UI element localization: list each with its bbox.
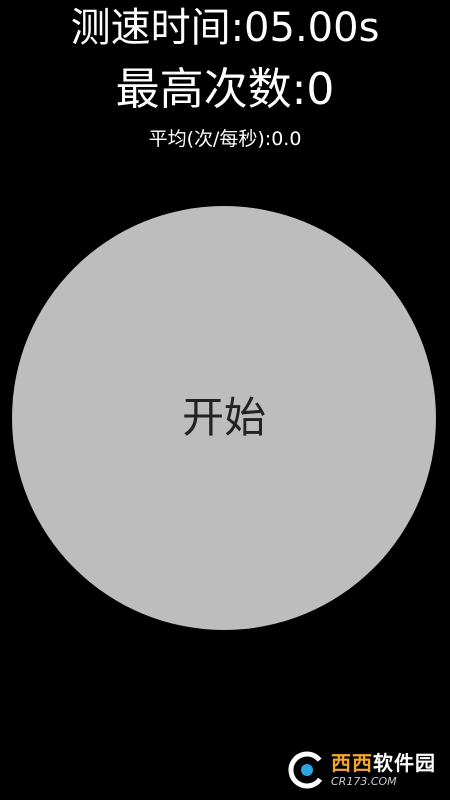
watermark-brand-name: 西西软件园 [331,753,436,773]
watermark-url: CR173.COM [331,775,397,788]
timer-display: 测速时间:05.00s [70,5,380,51]
start-button-label: 开始 [181,393,266,442]
site-logo-icon [288,751,326,789]
watermark-brand-accent: 西西 [331,751,373,775]
watermark-brand: 西西软件园 CR173.COM [331,753,436,787]
watermark-brand-rest: 软件园 [373,751,436,775]
average-rate-display: 平均(次/每秒):0.0 [148,128,302,150]
best-count-display: 最高次数:0 [115,64,335,115]
watermark: 西西软件园 CR173.COM [287,750,436,790]
start-button[interactable]: 开始 [12,206,436,630]
